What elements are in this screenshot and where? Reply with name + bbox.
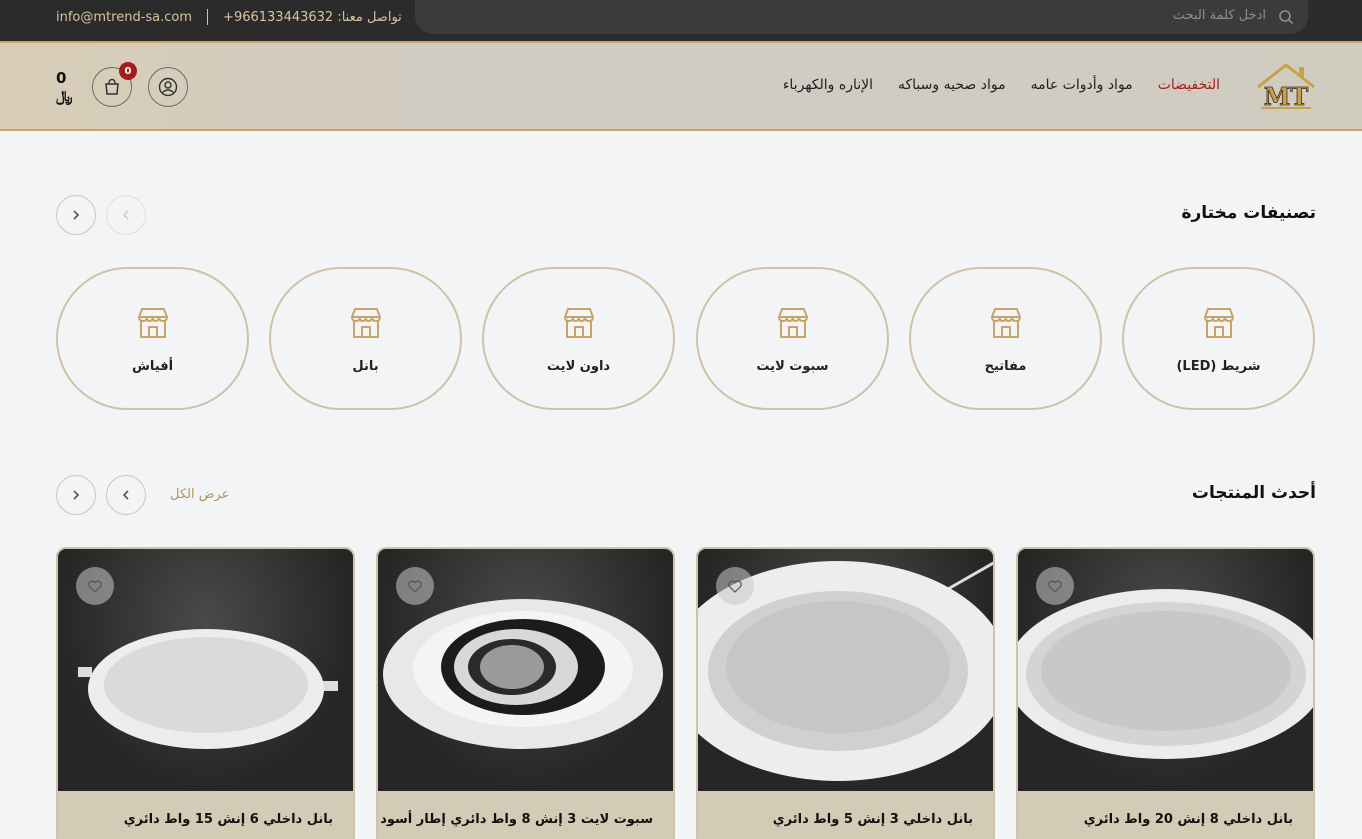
product-card[interactable]: بانل داخلي 3 إنش 5 واط دائري xyxy=(696,547,995,839)
category-card[interactable]: سبوت لايت xyxy=(696,267,889,410)
product-card[interactable]: بانل داخلي 6 إنش 15 واط دائري xyxy=(56,547,355,839)
phone-link[interactable]: تواصل معنا: 966133443632+ xyxy=(223,10,402,25)
products-title: أحدث المنتجات xyxy=(1191,483,1316,503)
category-label: بانل xyxy=(352,359,379,374)
categories-title: تصنيفات مختارة xyxy=(1181,203,1316,223)
divider xyxy=(207,9,209,25)
nav-item-lighting[interactable]: الإناره والكهرباء xyxy=(783,77,873,93)
category-label: داون لايت xyxy=(546,359,611,374)
nav-item-general-tools[interactable]: مواد وأدوات عامه xyxy=(1031,77,1133,93)
category-label: شريط (LED) xyxy=(1176,359,1261,374)
categories-prev-button[interactable] xyxy=(106,195,146,235)
chevron-right-icon xyxy=(73,490,80,500)
wishlist-button[interactable] xyxy=(396,567,434,605)
product-card[interactable]: سبوت لايت 3 إنش 8 واط دائري إطار أسود xyxy=(376,547,675,839)
main-header: MT الإناره والكهرباء مواد صحيه وسباكه مو… xyxy=(0,41,1362,131)
cart-count-badge: 0 xyxy=(119,62,137,80)
heart-icon xyxy=(1048,580,1062,593)
heart-icon xyxy=(88,580,102,593)
chevron-right-icon xyxy=(73,210,80,220)
store-icon xyxy=(1203,308,1235,338)
products-prev-button[interactable] xyxy=(106,475,146,515)
nav-item-sale[interactable]: التخفيضات xyxy=(1158,77,1220,93)
search-icon[interactable] xyxy=(1278,9,1294,25)
search-input[interactable]: ادخل كلمة البحث xyxy=(1173,8,1266,23)
category-card[interactable]: شريط (LED) xyxy=(1122,267,1315,410)
cart-button[interactable]: 0 xyxy=(92,62,137,107)
categories-next-button[interactable] xyxy=(56,195,96,235)
view-all-link[interactable]: عرض الكل xyxy=(170,487,229,502)
chevron-left-icon xyxy=(122,210,129,220)
heart-icon xyxy=(728,580,742,593)
account-button[interactable] xyxy=(148,67,188,107)
wishlist-button[interactable] xyxy=(1036,567,1074,605)
wishlist-button[interactable] xyxy=(716,567,754,605)
main-nav: الإناره والكهرباء مواد صحيه وسباكه مواد … xyxy=(783,77,1220,93)
cart-total: 0 ﷼ xyxy=(56,69,73,105)
logo-icon[interactable]: MT xyxy=(1255,61,1317,111)
search-bar[interactable]: ادخل كلمة البحث xyxy=(415,0,1308,34)
logo-text: MT xyxy=(1264,82,1309,111)
product-name[interactable]: بانل داخلي 3 إنش 5 واط دائري xyxy=(773,812,973,827)
top-bar: ادخل كلمة البحث info@mtrend-sa.com تواصل… xyxy=(0,0,1362,41)
store-icon xyxy=(563,308,595,338)
email-link[interactable]: info@mtrend-sa.com xyxy=(56,10,192,25)
category-card[interactable]: مفاتيح xyxy=(909,267,1102,410)
heart-icon xyxy=(408,580,422,593)
product-name[interactable]: بانل داخلي 8 إنش 20 واط دائري xyxy=(1084,812,1293,827)
store-icon xyxy=(990,308,1022,338)
products-next-button[interactable] xyxy=(56,475,96,515)
category-label: سبوت لايت xyxy=(756,359,829,374)
contact-info: info@mtrend-sa.com تواصل معنا: 966133443… xyxy=(56,9,402,25)
header-actions: 0 ﷼ 0 xyxy=(56,62,188,107)
store-icon xyxy=(350,308,382,338)
category-card[interactable]: بانل xyxy=(269,267,462,410)
user-icon xyxy=(158,77,178,97)
store-icon xyxy=(137,308,169,338)
wishlist-button[interactable] xyxy=(76,567,114,605)
category-card[interactable]: داون لايت xyxy=(482,267,675,410)
category-label: مفاتيح xyxy=(984,359,1027,374)
chevron-left-icon xyxy=(122,490,129,500)
shopping-bag-icon xyxy=(105,78,119,95)
product-card[interactable]: بانل داخلي 8 إنش 20 واط دائري xyxy=(1016,547,1315,839)
store-icon xyxy=(777,308,809,338)
category-card[interactable]: أفياش xyxy=(56,267,249,410)
category-label: أفياش xyxy=(131,359,174,374)
nav-item-plumbing[interactable]: مواد صحيه وسباكه xyxy=(898,77,1006,93)
product-name[interactable]: سبوت لايت 3 إنش 8 واط دائري إطار أسود xyxy=(380,812,653,827)
product-name[interactable]: بانل داخلي 6 إنش 15 واط دائري xyxy=(124,812,333,827)
